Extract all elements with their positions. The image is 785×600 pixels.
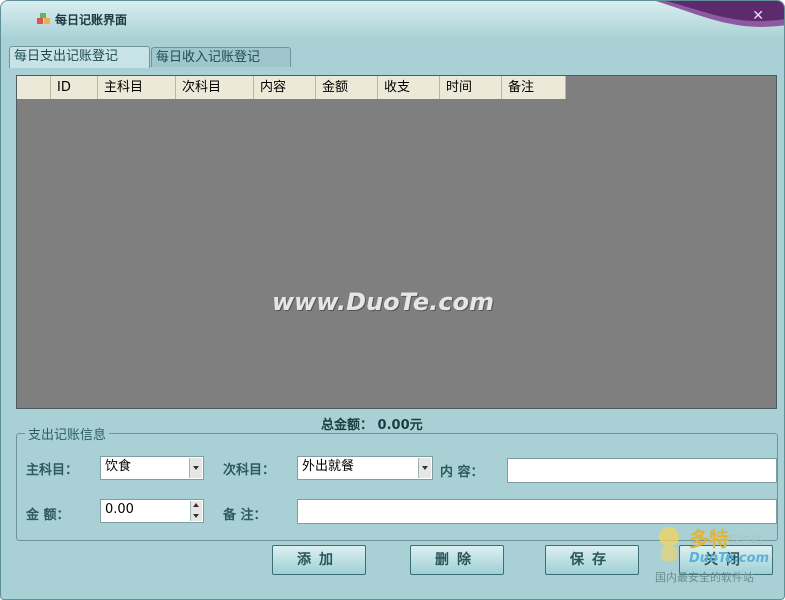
amount-stepper[interactable]: 0.00: [100, 499, 204, 523]
title-bar[interactable]: 每日记账界面 ✕: [1, 1, 784, 39]
sub-category-select[interactable]: 外出就餐: [297, 456, 433, 480]
note-label: 备 注：: [223, 508, 267, 523]
note-input[interactable]: [297, 499, 777, 524]
amount-label: 金 额：: [26, 508, 70, 523]
grid-header-selector[interactable]: [17, 76, 51, 99]
add-button[interactable]: 添加: [272, 545, 366, 575]
logo-slogan: 国内最安全的软件站: [655, 571, 754, 584]
delete-button[interactable]: 删除: [410, 545, 504, 575]
content-input[interactable]: [507, 458, 777, 483]
main-window: 每日记账界面 ✕ 每日支出记账登记 每日收入记账登记 ID 主科目 次科目 内容…: [0, 0, 785, 600]
records-grid[interactable]: ID 主科目 次科目 内容 金额 收支 时间 备注 www.DuoTe.com: [16, 75, 777, 409]
column-header-sub-category[interactable]: 次科目: [176, 76, 254, 99]
total-label: 总金额：: [321, 418, 374, 433]
close-icon[interactable]: ✕: [752, 9, 764, 23]
title-decoration: [656, 1, 784, 27]
tab-expense[interactable]: 每日支出记账登记: [9, 46, 150, 68]
main-category-select[interactable]: 饮食: [100, 456, 204, 480]
column-header-main-category[interactable]: 主科目: [98, 76, 176, 99]
column-header-type[interactable]: 收支: [378, 76, 440, 99]
mascot-icon: [659, 527, 679, 561]
main-category-value: 饮食: [105, 459, 132, 474]
spin-arrows-icon[interactable]: [190, 501, 202, 521]
chevron-down-icon[interactable]: [189, 458, 202, 478]
logo-en: DuoTe.com: [689, 551, 770, 566]
column-header-time[interactable]: 时间: [440, 76, 502, 99]
logo-zh-sub: 软件站: [729, 533, 762, 546]
total-value: 0.00元: [377, 418, 423, 433]
sub-category-label: 次科目：: [223, 463, 276, 478]
tab-income[interactable]: 每日收入记账登记: [151, 47, 291, 67]
content-label: 内 容：: [440, 465, 484, 480]
column-header-amount[interactable]: 金额: [316, 76, 378, 99]
group-legend: 支出记账信息: [25, 424, 110, 443]
logo-zh: 多特: [689, 527, 729, 551]
window-title: 每日记账界面: [55, 13, 128, 27]
sub-category-value: 外出就餐: [302, 459, 355, 474]
duote-logo: 多特 软件站 DuoTe.com 国内最安全的软件站: [651, 523, 781, 585]
save-button[interactable]: 保存: [545, 545, 639, 575]
column-header-id[interactable]: ID: [51, 76, 98, 99]
grid-header: ID 主科目 次科目 内容 金额 收支 时间 备注: [17, 76, 566, 99]
total-amount: 总金额： 0.00元: [321, 414, 423, 433]
main-category-label: 主科目：: [26, 463, 79, 478]
column-header-content[interactable]: 内容: [254, 76, 316, 99]
amount-value: 0.00: [105, 502, 134, 517]
app-icon: [37, 13, 50, 24]
watermark: www.DuoTe.com: [272, 288, 494, 316]
chevron-down-icon[interactable]: [418, 458, 431, 478]
column-header-note[interactable]: 备注: [502, 76, 566, 99]
